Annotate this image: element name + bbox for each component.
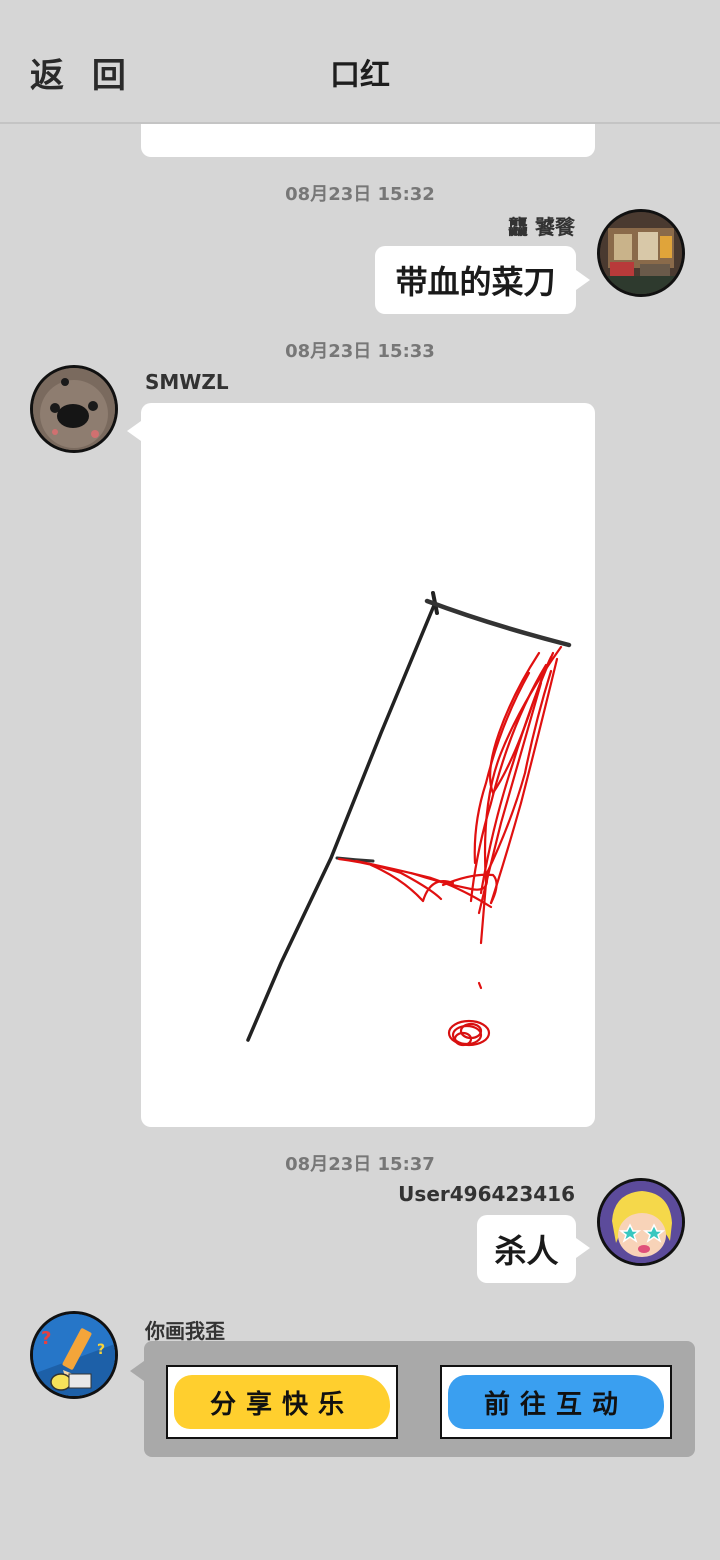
message-bubble[interactable]: 带血的菜刀 bbox=[375, 246, 576, 314]
message-text: 杀人 bbox=[494, 1232, 559, 1270]
go-interact-button-label: 前往互动 bbox=[483, 1389, 628, 1420]
bubble-tail bbox=[576, 270, 590, 290]
pencil-game-logo-icon: ? ? bbox=[33, 1314, 115, 1396]
card-sender: 你画我歪 bbox=[145, 1319, 225, 1343]
bubble-tail bbox=[130, 1361, 144, 1381]
go-interact-button[interactable]: 前往互动 bbox=[440, 1365, 672, 1439]
share-button[interactable]: 分享快乐 bbox=[166, 1365, 398, 1439]
username: 龘 饕餮 bbox=[508, 215, 575, 239]
avatar[interactable] bbox=[597, 209, 685, 297]
avatar[interactable] bbox=[30, 365, 118, 453]
bubble-tail bbox=[576, 1238, 590, 1258]
svg-text:?: ? bbox=[97, 1342, 105, 1358]
top-bar: 返 回 口红 bbox=[0, 0, 720, 124]
avatar[interactable]: ? ? bbox=[30, 1311, 118, 1399]
room-photo-icon bbox=[600, 212, 682, 294]
avatar[interactable] bbox=[597, 1178, 685, 1266]
cartoon-avatar-icon bbox=[600, 1181, 682, 1263]
page-title: 口红 bbox=[330, 58, 390, 93]
message-text: 带血的菜刀 bbox=[395, 263, 556, 301]
timestamp: 08月23日 15:37 bbox=[285, 1154, 435, 1175]
timestamp: 08月23日 15:32 bbox=[285, 184, 435, 205]
username: SMWZL bbox=[145, 370, 229, 394]
game-card: 分享快乐 前往互动 bbox=[144, 1341, 695, 1457]
drawing-bubble[interactable] bbox=[141, 403, 595, 1127]
share-button-label: 分享快乐 bbox=[209, 1389, 354, 1420]
bubble-tail bbox=[127, 421, 141, 441]
plush-avatar-icon bbox=[33, 368, 115, 450]
timestamp: 08月23日 15:33 bbox=[285, 341, 435, 362]
username: User496423416 bbox=[398, 1182, 575, 1206]
message-bubble[interactable]: 杀人 bbox=[477, 1215, 576, 1283]
svg-text:?: ? bbox=[41, 1328, 51, 1349]
drawing-canvas bbox=[246, 591, 572, 1047]
